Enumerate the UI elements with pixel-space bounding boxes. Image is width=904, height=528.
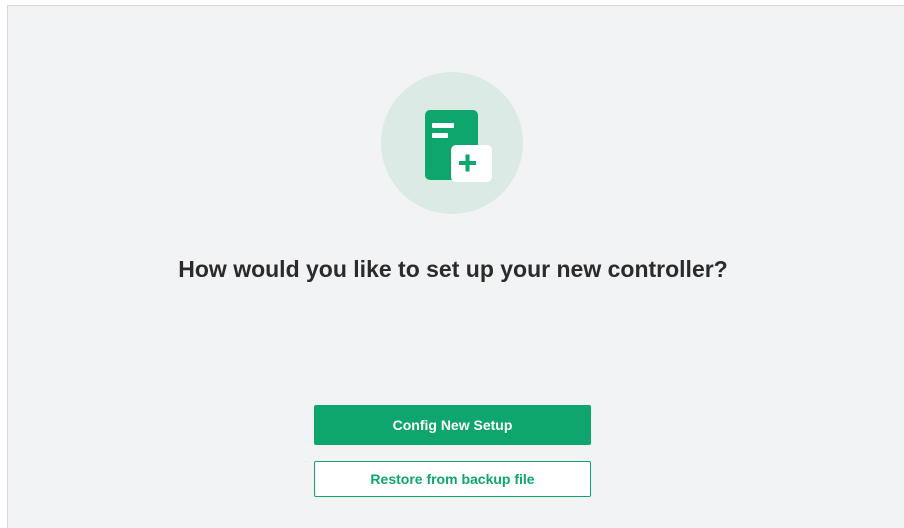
page-title: How would you like to set up your new co… [178, 256, 728, 282]
setup-panel: How would you like to set up your new co… [7, 5, 904, 528]
hero-illustration [381, 72, 523, 214]
document-add-icon [425, 110, 492, 182]
config-new-setup-button[interactable]: Config New Setup [314, 405, 591, 445]
restore-from-backup-button[interactable]: Restore from backup file [314, 461, 591, 497]
